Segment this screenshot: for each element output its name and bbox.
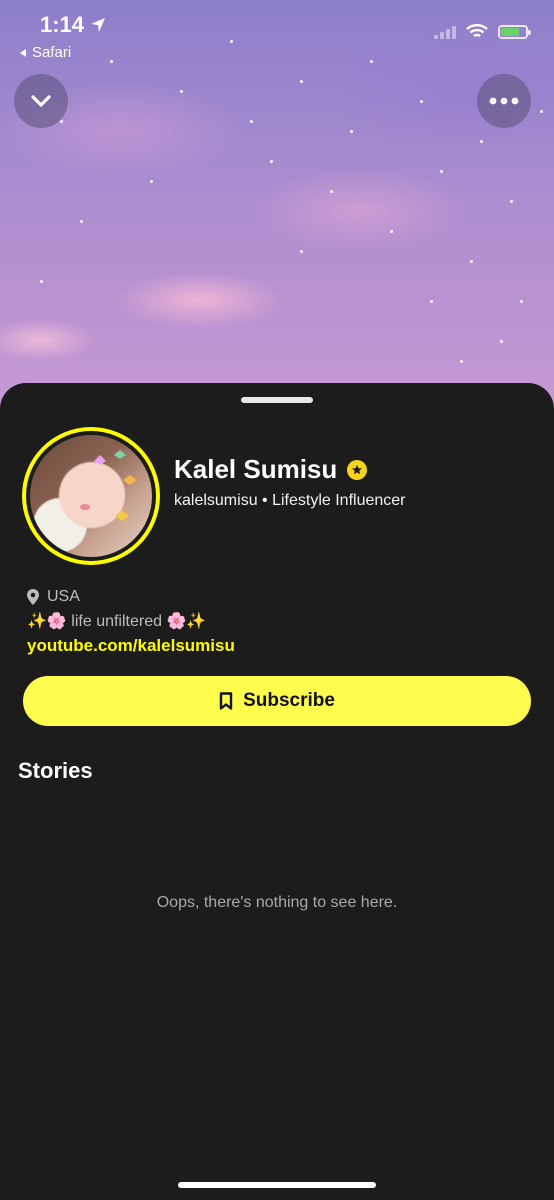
status-icons — [434, 24, 531, 40]
profile-location: USA — [27, 588, 80, 606]
time-text: 1:14 — [40, 12, 85, 37]
profile-name-text: Kalel Sumisu — [174, 454, 338, 484]
chevron-down-icon — [31, 95, 51, 107]
more-options-button[interactable] — [477, 74, 531, 128]
status-time: 1:14 — [40, 12, 106, 38]
sheet-grabber[interactable] — [241, 397, 313, 403]
location-text: USA — [47, 588, 80, 605]
avatar-image — [30, 435, 152, 557]
bookmark-icon — [219, 692, 233, 710]
stories-heading: Stories — [18, 758, 93, 783]
wifi-icon — [466, 24, 488, 38]
signal-icon — [434, 25, 456, 39]
profile-link[interactable]: youtube.com/kalelsumisu — [27, 636, 235, 656]
profile-sheet: Kalel Sumisu kalelsumisu • Lifestyle Inf… — [0, 383, 554, 1200]
back-app-label: Safari — [32, 44, 72, 61]
battery-icon — [498, 25, 531, 39]
profile-subtitle: kalelsumisu • Lifestyle Influencer — [174, 492, 406, 509]
stories-empty-message: Oops, there's nothing to see here. — [156, 894, 398, 911]
subscribe-label: Subscribe — [243, 690, 335, 711]
profile-bio: ✨🌸 life unfiltered 🌸✨ — [27, 613, 207, 630]
verified-star-icon — [347, 459, 368, 480]
home-indicator[interactable] — [178, 1182, 376, 1188]
location-pin-icon — [27, 589, 39, 605]
more-icon — [489, 97, 519, 105]
back-to-safari[interactable]: Safari — [18, 44, 71, 61]
location-arrow-icon — [91, 18, 106, 32]
back-triangle-icon — [20, 48, 26, 57]
profile-name: Kalel Sumisu — [174, 454, 368, 485]
subscribe-button[interactable]: Subscribe — [23, 676, 531, 726]
avatar[interactable] — [22, 427, 160, 565]
collapse-button[interactable] — [14, 74, 68, 128]
status-bar: 1:14 Safari — [0, 0, 554, 70]
